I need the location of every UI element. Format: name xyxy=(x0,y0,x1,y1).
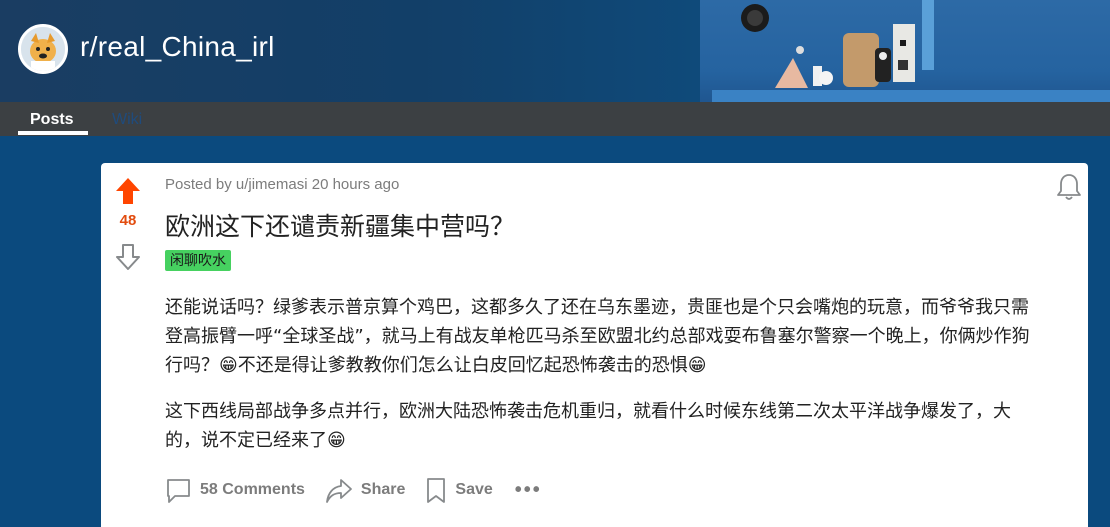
share-icon xyxy=(326,478,352,503)
post-meta: Posted by u/jimemasi 20 hours ago xyxy=(165,176,400,193)
downvote-arrow-icon[interactable] xyxy=(115,243,141,271)
post-flair[interactable]: 闲聊吹水 xyxy=(165,250,231,271)
post-body-paragraph: 这下西线局部战争多点并行，欧洲大陆恐怖袭击危机重归，就看什么时候东线第二次太平洋… xyxy=(165,401,1011,451)
post-actions: 58 Comments Share Save ••• xyxy=(165,474,542,506)
subreddit-name[interactable]: r/real_China_irl xyxy=(80,31,275,63)
subreddit-tabs: Posts Wiki xyxy=(0,102,1110,136)
tab-posts[interactable]: Posts xyxy=(30,111,74,129)
banner-photo xyxy=(700,0,1110,102)
bookmark-icon xyxy=(427,477,446,503)
active-tab-indicator xyxy=(18,131,88,135)
more-options-icon[interactable]: ••• xyxy=(515,479,542,502)
tab-wiki[interactable]: Wiki xyxy=(112,111,142,129)
comments-button[interactable]: 58 Comments xyxy=(165,477,305,504)
share-label: Share xyxy=(360,481,406,498)
share-button[interactable]: Share xyxy=(325,477,405,504)
upvote-arrow-icon[interactable] xyxy=(115,177,141,205)
save-label: Save xyxy=(455,481,493,498)
comments-label: 58 Comments xyxy=(200,481,305,498)
comment-icon xyxy=(167,478,190,503)
post-card[interactable]: 48 Posted by u/jimemasi 20 hours ago 欧洲这… xyxy=(101,163,1088,527)
post-title[interactable]: 欧洲这下还谴责新疆集中营吗？ xyxy=(165,207,515,243)
banner-decor-illustration xyxy=(712,0,1110,102)
save-button[interactable]: Save xyxy=(425,477,493,504)
post-body-paragraph: 还能说话吗？绿爹表示普京算个鸡巴，这都多久了还在乌东墨迹，贵匪也是个只会嘴炮的玩… xyxy=(165,297,1030,376)
vote-score: 48 xyxy=(119,212,137,229)
doge-avatar-icon xyxy=(21,27,65,71)
subreddit-avatar[interactable] xyxy=(18,24,68,74)
notification-bell-icon[interactable] xyxy=(1056,172,1082,202)
